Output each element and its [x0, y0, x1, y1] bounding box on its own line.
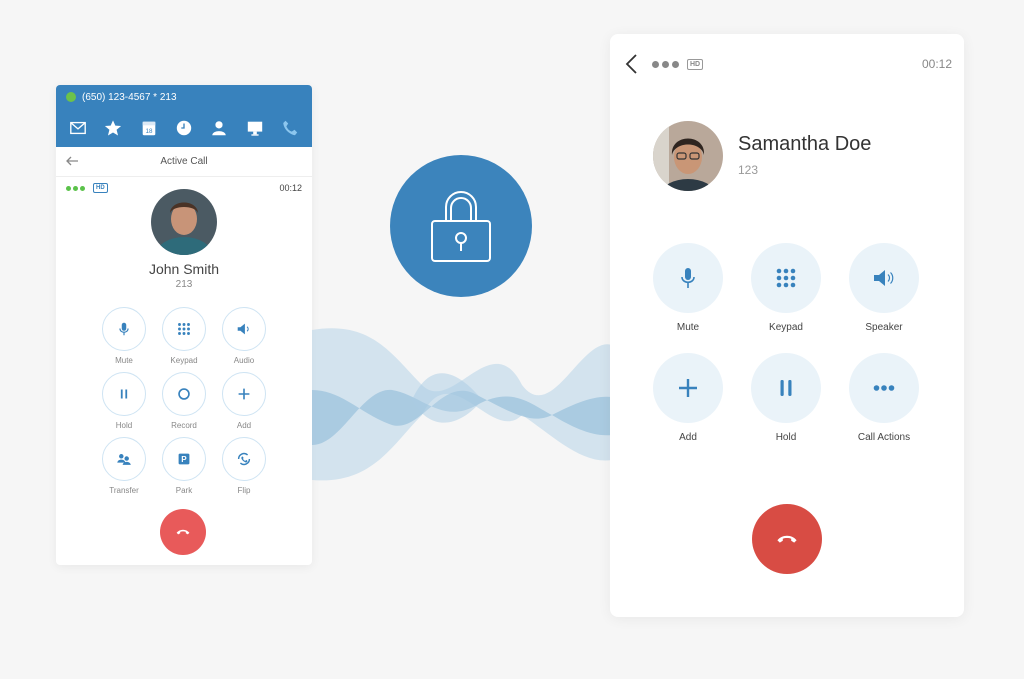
right-phone-app: HD 00:12 Samantha Doe 123 Mute Keypad Sp…	[610, 34, 964, 617]
contact-name: Samantha Doe	[738, 133, 872, 155]
record-button[interactable]: Record	[162, 372, 206, 430]
signal-strength-icon	[652, 60, 679, 68]
transfer-label: Transfer	[109, 486, 139, 495]
presence-status-icon	[66, 92, 76, 102]
record-icon	[178, 388, 190, 400]
star-icon[interactable]	[103, 118, 123, 138]
flip-icon	[237, 452, 251, 466]
park-icon: P	[178, 453, 190, 465]
plus-icon	[238, 388, 250, 400]
mute-button[interactable]: Mute	[653, 243, 723, 333]
add-label: Add	[236, 421, 252, 430]
end-call-button[interactable]	[160, 509, 206, 555]
hold-button[interactable]: Hold	[751, 353, 821, 443]
calendar-day: 18	[145, 128, 153, 135]
sound-wave-graphic	[312, 328, 612, 481]
hang-up-icon	[176, 529, 190, 535]
hold-button[interactable]: Hold	[102, 372, 146, 430]
mail-icon[interactable]	[68, 118, 88, 138]
hd-badge: HD	[93, 183, 108, 193]
lock-icon	[431, 191, 491, 262]
caller-id: (650) 123-4567 * 213	[82, 91, 177, 103]
page-title: Active Call	[160, 156, 208, 167]
park-button[interactable]: P Park	[162, 437, 206, 495]
add-label: Add	[679, 432, 697, 443]
hd-badge: HD	[687, 58, 704, 70]
speaker-label: Speaker	[865, 322, 903, 333]
keypad-label: Keypad	[170, 356, 198, 365]
active-call-header: Active Call	[56, 147, 312, 177]
keypad-label: Keypad	[769, 322, 803, 333]
speaker-button[interactable]: Speaker	[849, 243, 919, 333]
keypad-button[interactable]: Keypad	[751, 243, 821, 333]
keypad-button[interactable]: Keypad	[162, 307, 206, 365]
call-actions-button[interactable]: Call Actions	[849, 353, 919, 443]
call-status-bar: HD 00:12	[624, 52, 952, 76]
add-button[interactable]: Add	[222, 372, 266, 430]
add-button[interactable]: Add	[653, 353, 723, 443]
contact-icon[interactable]	[209, 118, 229, 138]
caller-id-bar: (650) 123-4567 * 213	[56, 85, 312, 109]
microphone-icon	[681, 268, 695, 288]
mute-label: Mute	[115, 356, 133, 365]
back-arrow-icon[interactable]	[64, 153, 80, 169]
monitor-icon[interactable]	[245, 118, 265, 138]
avatar	[151, 189, 217, 255]
left-phone-app: (650) 123-4567 * 213 18 Active Call HD 0…	[56, 85, 312, 565]
end-call-button[interactable]	[752, 504, 822, 574]
hold-label: Hold	[775, 432, 797, 443]
more-icon	[873, 385, 895, 391]
mute-label: Mute	[676, 322, 700, 333]
contact-extension: 123	[738, 163, 759, 177]
signal-strength-icon	[66, 185, 85, 191]
flip-button[interactable]: Flip	[222, 437, 266, 495]
avatar	[653, 121, 723, 191]
speaker-icon	[237, 323, 249, 335]
back-chevron-icon[interactable]	[624, 53, 640, 75]
clock-icon[interactable]	[174, 118, 194, 138]
park-letter: P	[181, 455, 187, 464]
call-timer: 00:12	[921, 57, 952, 71]
mute-button[interactable]: Mute	[102, 307, 146, 365]
microphone-icon	[119, 322, 129, 336]
speaker-icon	[874, 270, 894, 286]
plus-icon	[679, 379, 697, 397]
calendar-icon[interactable]: 18	[139, 118, 159, 138]
record-label: Record	[171, 421, 197, 430]
pause-icon	[780, 380, 792, 396]
keypad-icon	[776, 268, 796, 288]
contact-name: John Smith	[148, 261, 220, 277]
call-controls: Mute Keypad Audio Hold Record Add Transf…	[102, 307, 266, 495]
keypad-icon	[178, 323, 190, 335]
audio-label: Audio	[233, 356, 255, 365]
hang-up-icon	[777, 535, 797, 543]
call-controls: Mute Keypad Speaker Add Hold Call Action…	[653, 243, 919, 443]
contact-extension: 213	[175, 279, 193, 290]
audio-button[interactable]: Audio	[222, 307, 266, 365]
hold-label: Hold	[115, 421, 133, 430]
transfer-button[interactable]: Transfer	[102, 437, 146, 495]
flip-label: Flip	[237, 486, 251, 495]
nav-bar: 18	[56, 109, 312, 147]
call-timer: 00:12	[279, 183, 302, 193]
security-lock-badge	[390, 155, 532, 297]
left-phone-header-bar: (650) 123-4567 * 213 18	[56, 85, 312, 147]
call-actions-label: Call Actions	[857, 432, 911, 443]
pause-icon	[120, 389, 128, 399]
phone-icon[interactable]	[280, 118, 300, 138]
park-label: Park	[175, 486, 193, 495]
transfer-icon	[117, 454, 131, 465]
